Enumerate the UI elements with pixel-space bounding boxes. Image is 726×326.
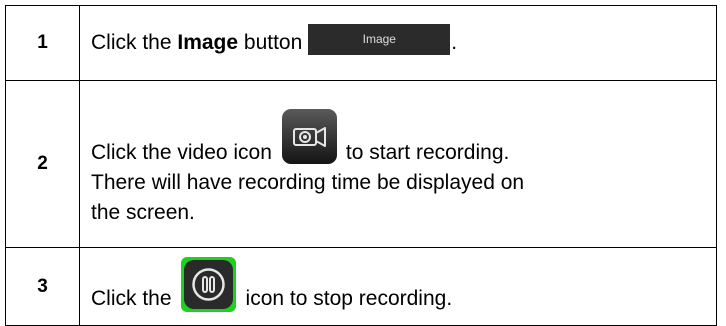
step-number: 1 bbox=[5, 5, 80, 81]
step-text: to start recording. bbox=[345, 140, 510, 164]
table-row: 2 Click the video icon to start recording… bbox=[5, 80, 717, 248]
step-description: Click the Image button Image. bbox=[79, 5, 717, 81]
table-row: 3 Click the icon to stop recording. bbox=[5, 247, 717, 326]
step-text: Click the video icon bbox=[91, 140, 272, 164]
step-line: Click the video icon to start recording. bbox=[91, 101, 708, 168]
step-text: button bbox=[238, 30, 303, 54]
step-text: Click the bbox=[91, 287, 172, 310]
image-button: Image bbox=[308, 23, 451, 55]
instructions-table: 1 Click the Image button Image. 2 Click t… bbox=[5, 5, 717, 326]
pause-stop-icon bbox=[180, 257, 236, 312]
step-description: Click the video icon to start recording. … bbox=[79, 80, 717, 248]
step-text: Click the bbox=[91, 30, 178, 54]
step-text-bold: Image bbox=[177, 30, 239, 54]
step-line: the screen. bbox=[91, 200, 195, 224]
video-camera-icon bbox=[281, 108, 337, 164]
step-number: 2 bbox=[5, 80, 80, 248]
step-text: . bbox=[451, 30, 458, 54]
table-row: 1 Click the Image button Image. bbox=[5, 5, 717, 81]
step-description: Click the icon to stop recording. bbox=[79, 247, 717, 326]
step-line: There will have recording time be displa… bbox=[91, 170, 525, 194]
step-number: 3 bbox=[5, 247, 80, 326]
step-text: icon to stop recording. bbox=[245, 287, 453, 310]
